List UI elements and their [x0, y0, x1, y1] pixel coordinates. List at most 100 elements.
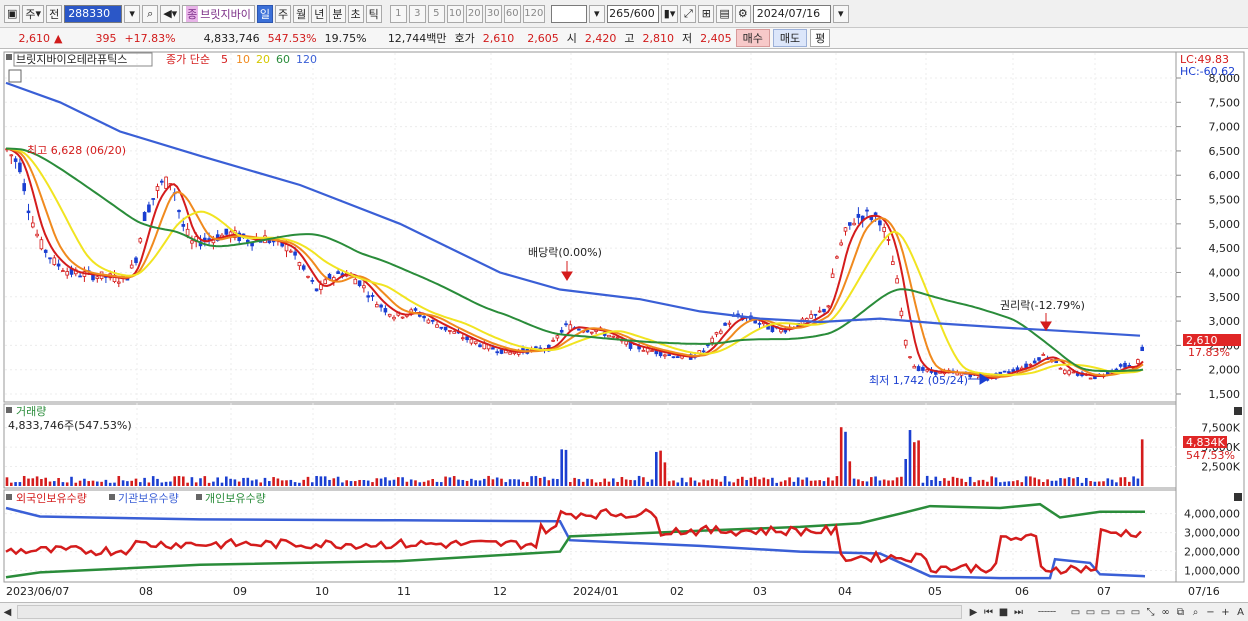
candle-body: [13, 158, 18, 162]
fast-forward-icon[interactable]: ⏭: [1012, 606, 1025, 619]
layout-icon-2[interactable]: ▭: [1084, 606, 1097, 619]
eval-button[interactable]: 평: [810, 29, 831, 47]
volume-panel[interactable]: [3, 403, 1177, 489]
interval-button-3[interactable]: 3: [408, 4, 426, 23]
rewind-icon[interactable]: ⏮: [982, 606, 995, 619]
stop-icon[interactable]: ■: [997, 606, 1010, 619]
interval-button-20[interactable]: 20: [465, 4, 483, 23]
link-icon[interactable]: ∞: [1159, 606, 1172, 619]
interval-custom-input[interactable]: [550, 4, 587, 23]
holdings-panel-menu-icon[interactable]: [6, 494, 12, 500]
volume-bar: [1110, 479, 1114, 486]
layout-icon-1[interactable]: ▭: [1069, 606, 1082, 619]
copy-icon[interactable]: ⧉: [1174, 606, 1187, 619]
volume-panel-menu-icon[interactable]: [6, 407, 12, 413]
expand-icon[interactable]: ⤡: [1144, 606, 1157, 619]
gear-icon[interactable]: ⚙: [734, 4, 751, 23]
drawing-tool-icon[interactable]: ⤢: [680, 4, 697, 23]
count-input[interactable]: 265/600: [606, 4, 659, 23]
buy-button[interactable]: 매수: [735, 29, 770, 47]
candle-body: [891, 261, 895, 265]
volume-bar: [345, 480, 348, 486]
table-icon[interactable]: [8, 69, 22, 83]
period-button-day[interactable]: 일: [256, 4, 274, 23]
code-dropdown-icon[interactable]: ▾: [124, 4, 141, 23]
calendar-dropdown-icon[interactable]: ▾: [832, 4, 849, 23]
volume-bar: [766, 479, 770, 486]
candle-body: [865, 209, 869, 212]
volume-bar: [478, 480, 482, 486]
search-icon[interactable]: ⌕: [142, 4, 159, 23]
interval-button-30[interactable]: 30: [484, 4, 502, 23]
volume-bar: [255, 479, 258, 486]
period-button-year[interactable]: 년: [311, 4, 328, 23]
candle-body: [134, 257, 138, 263]
volume-bar: [448, 477, 452, 486]
volume-bar: [470, 478, 473, 486]
volume-bar: [728, 481, 731, 486]
price-panel[interactable]: [3, 51, 1177, 403]
candle-body: [310, 279, 315, 282]
layout-icon-4[interactable]: ▭: [1114, 606, 1127, 619]
candle-body: [1037, 357, 1041, 361]
period-button-minute[interactable]: 분: [329, 4, 346, 23]
period-button-tick[interactable]: 틱: [365, 4, 382, 23]
interval-button-1[interactable]: 1: [389, 4, 407, 23]
volume-value-label: 4,833,746주(547.53%): [8, 419, 132, 432]
font-size-icon[interactable]: A: [1234, 606, 1247, 619]
open-label: 시: [566, 32, 577, 45]
volume-panel-close-icon[interactable]: [1234, 407, 1242, 415]
interval-dropdown-icon[interactable]: ▾: [588, 4, 605, 23]
stock-code-input[interactable]: 288330: [64, 4, 123, 23]
volume-bar: [272, 477, 275, 486]
crosshair-icon[interactable]: ⊞: [698, 4, 715, 23]
zoom-in-icon[interactable]: +: [1219, 606, 1232, 619]
chart-scrollbar[interactable]: [17, 605, 962, 619]
institution-menu-icon[interactable]: [109, 494, 115, 500]
volume-bar: [5, 477, 9, 486]
scroll-left-icon[interactable]: ◀: [1, 606, 14, 619]
volume-bar: [784, 480, 787, 486]
candle-body: [387, 313, 392, 317]
search-icon-2[interactable]: ⌕: [1189, 606, 1202, 619]
volume-bar: [409, 479, 413, 486]
period-button-week[interactable]: 주: [275, 4, 292, 23]
stock-name-box[interactable]: 종 브릿지바이: [182, 4, 255, 23]
volume-bar: [814, 480, 817, 486]
volume-bar: [792, 481, 796, 486]
period-button-month[interactable]: 월: [293, 4, 310, 23]
individual-menu-icon[interactable]: [196, 494, 202, 500]
candle-body: [65, 271, 70, 276]
holdings-panel-close-icon[interactable]: [1234, 493, 1242, 501]
period-button-second[interactable]: 초: [347, 4, 364, 23]
prev-button[interactable]: 전: [46, 4, 63, 23]
stock-chart[interactable]: 8,0007,5007,0006,5006,0005,5005,0004,500…: [0, 50, 1248, 603]
chevron-down-icon: ▾: [35, 7, 42, 20]
panel-menu-icon[interactable]: [6, 54, 12, 60]
volume-bar: [349, 481, 353, 486]
sell-button[interactable]: 매도: [772, 29, 808, 47]
window-icon[interactable]: ▣: [4, 4, 21, 23]
x-label-2023-06-07: 2023/06/07: [6, 585, 69, 598]
save-icon[interactable]: ▤: [716, 4, 733, 23]
interval-button-120[interactable]: 120: [522, 4, 545, 23]
date-input[interactable]: 2024/07/16: [752, 4, 831, 23]
layout-icon-5[interactable]: ▭: [1129, 606, 1142, 619]
interval-button-5[interactable]: 5: [427, 4, 445, 23]
volume-bar: [156, 478, 159, 486]
sound-icon[interactable]: ◀▾: [160, 4, 181, 23]
volume-bar: [655, 451, 658, 486]
zoom-out-icon[interactable]: −: [1204, 606, 1217, 619]
period-dropdown[interactable]: 주 ▾: [22, 4, 45, 23]
candle-type-icon[interactable]: ▮▾: [660, 4, 679, 23]
interval-button-10[interactable]: 10: [446, 4, 464, 23]
scroll-right-icon[interactable]: ▶: [967, 606, 980, 619]
volume-bar: [139, 482, 142, 486]
chart-area[interactable]: 8,000 7,500 7,000 6,500 6,000 5,500 5,000 4,500…: [0, 50, 1248, 603]
interval-button-60[interactable]: 60: [503, 4, 521, 23]
candle-body: [9, 154, 14, 157]
stock-title: 브릿지바이오테라퓨틱스: [16, 53, 127, 66]
layout-icon-3[interactable]: ▭: [1099, 606, 1112, 619]
zoom-slider[interactable]: ┄┄┄: [1027, 606, 1067, 619]
volume-bar: [147, 482, 151, 486]
